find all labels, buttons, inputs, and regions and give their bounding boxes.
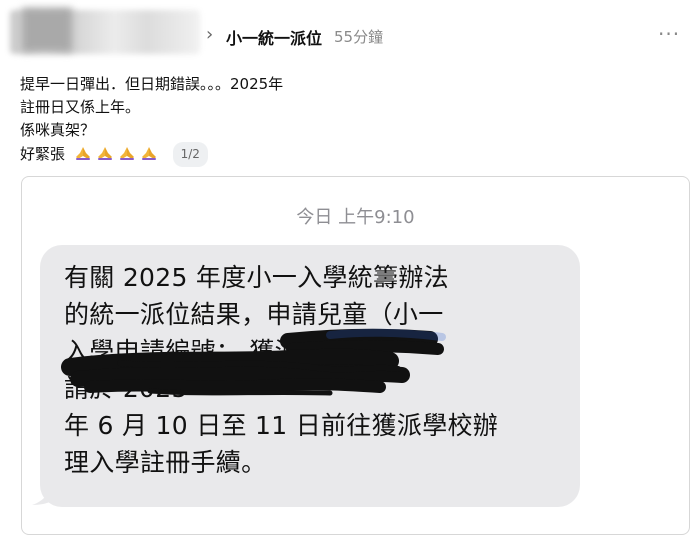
folded-hands-icon — [97, 147, 112, 160]
sms-bubble: 有關 2025 年度小一入學統籌辦法 的統一派位結果，申請兒童（小一 入學申請編號：… — [30, 245, 590, 507]
post-text-line: 註冊日又係上年。 — [20, 98, 141, 116]
sms-message-line: 請於 2025 — [64, 374, 188, 403]
avatar[interactable] — [22, 8, 72, 52]
reaction-emojis — [70, 145, 158, 163]
attached-image-card[interactable]: 今日 上午9:10 有關 2025 年度小一入學統籌辦法 的統一派位結果，申請兒童… — [21, 176, 690, 535]
post-text-line: 係咪真架？ — [20, 121, 96, 139]
folded-hands-icon — [75, 147, 90, 160]
sms-message-line: 有關 2025 年度小一入學統籌辦法 — [64, 263, 449, 292]
folded-hands-icon — [141, 147, 156, 160]
sms-message-line: 入學申請編號： 獲派 — [64, 337, 300, 366]
sms-message-line: 年 6 月 10 日至 11 日前往獲派學校辦 — [64, 411, 499, 440]
sms-message-line: 的統一派位結果，申請兒童（小一 — [64, 300, 444, 329]
post-body: 提早一日彈出．但日期錯誤。。。2025年 註冊日又係上年。 係咪真架？ 好緊張 … — [20, 73, 283, 167]
post-header: › 小一統一派位 55分鐘 ··· — [0, 0, 694, 62]
folded-hands-icon — [119, 147, 134, 160]
image-counter-badge: 1/2 — [172, 142, 208, 167]
message-timestamp: 今日 上午9:10 — [296, 207, 415, 228]
sms-message-line: 理入學註冊手續。 — [64, 448, 267, 477]
more-options-icon[interactable]: ··· — [658, 22, 680, 46]
post-text: 好緊張 — [20, 145, 66, 163]
post-text-line: 提早一日彈出．但日期錯誤。。。2025年 — [20, 75, 284, 93]
post-time: 55分鐘 — [334, 28, 384, 46]
chevron-right-icon: › — [206, 24, 214, 45]
sms-message-text: 有關 2025 年度小一入學統籌辦法 的統一派位結果，申請兒童（小一 入學申請編號：… — [64, 259, 498, 481]
post-text-line: 好緊張 1/2 — [20, 142, 283, 167]
group-name-link[interactable]: 小一統一派位 — [226, 25, 322, 49]
